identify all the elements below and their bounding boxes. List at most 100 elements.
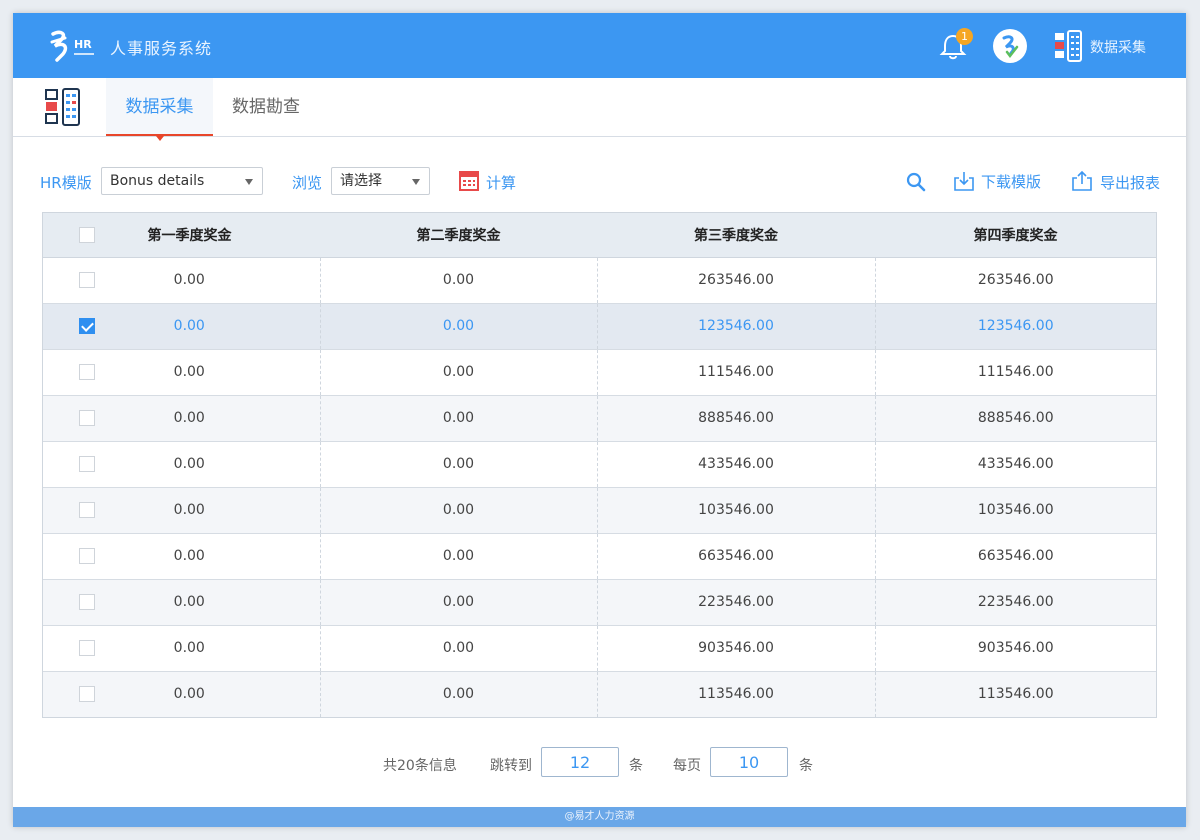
cell-q3: 888546.00 [596,395,875,442]
browse-select[interactable]: 请选择 [331,167,430,195]
calculate-button[interactable]: 计算 [486,172,516,193]
cell-value: 0.00 [173,502,205,518]
hr-logo-icon: HR [50,30,94,62]
cell-q2: 0.00 [319,441,597,488]
row-checkbox[interactable] [79,364,95,380]
table-row[interactable]: 0.00 0.00 263546.00 263546.00 [43,257,1156,304]
template-select-value: Bonus details [110,173,205,189]
row-checkbox[interactable] [79,594,95,610]
row-checkbox[interactable] [79,686,95,703]
table-row[interactable]: 0.00 0.00 903546.00 903546.00 [43,625,1156,672]
cell-q4: 263546.00 [874,257,1156,304]
cell-value: 0.00 [173,640,205,656]
app-title: 人事服务系统 [110,39,213,58]
cell-q3: 123546.00 [596,303,875,350]
header-q2: 第二季度奖金 [320,213,597,258]
jump-unit: 条 [629,758,643,774]
table-header-row: 第一季度奖金 第二季度奖金 第三季度奖金 第四季度奖金 [43,213,1156,258]
cell-q3: 111546.00 [596,349,875,396]
cell-q2: 0.00 [319,533,597,580]
cell-q2: 0.00 [319,395,597,442]
cell-q1: 0.00 [43,395,320,442]
cell-q4: 123546.00 [874,303,1156,350]
cell-q1: 0.00 [43,579,320,626]
cell-value: 0.00 [173,548,205,564]
cell-q1: 0.00 [43,487,320,534]
cell-value: 0.00 [173,364,205,380]
cell-value: 0.00 [173,318,205,334]
per-page-input[interactable] [710,747,788,777]
cell-q2: 0.00 [319,349,597,396]
cell-q2: 0.00 [319,257,597,304]
select-all-checkbox[interactable] [79,226,95,243]
row-checkbox[interactable] [79,410,95,426]
download-template-button[interactable]: 下载模版 [981,171,1041,192]
header-q4: 第四季度奖金 [875,213,1156,258]
cell-value: 0.00 [173,456,205,472]
cell-value: 0.00 [173,410,205,426]
top-header: HR 人事服务系统 1 数据采集 [13,13,1186,78]
row-checkbox[interactable] [79,502,95,518]
cell-q2: 0.00 [319,579,597,626]
cell-q4: 888546.00 [874,395,1156,442]
cell-q1: 0.00 [43,625,320,672]
notification-badge: 1 [956,28,973,45]
cell-value: 0.00 [173,594,205,610]
table-row[interactable]: 0.00 0.00 111546.00 111546.00 [43,349,1156,396]
jump-page-input[interactable] [541,747,619,777]
table-body: 0.00 0.00 263546.00 263546.00 0.00 0.00 123546… [43,257,1156,717]
header-q3: 第三季度奖金 [597,213,875,258]
module-label[interactable]: 数据采集 [1090,37,1146,57]
module-icon [45,88,80,126]
table-row[interactable]: 0.00 0.00 113546.00 113546.00 [43,671,1156,717]
row-checkbox[interactable] [79,548,95,564]
cell-q4: 103546.00 [874,487,1156,534]
cell-q2: 0.00 [319,671,597,717]
cell-value: 0.00 [173,272,205,288]
download-icon[interactable] [953,170,975,192]
header-q1: 第一季度奖金 [43,213,320,258]
cell-q3: 903546.00 [596,625,875,672]
export-icon[interactable] [1071,170,1093,192]
total-count: 共20条信息 [383,758,457,774]
calculator-icon[interactable] [459,171,479,191]
cell-q4: 223546.00 [874,579,1156,626]
table-row[interactable]: 0.00 0.00 223546.00 223546.00 [43,579,1156,626]
tab-data-collection[interactable]: 数据采集 [106,78,213,141]
tab-data-survey[interactable]: 数据勘查 [214,78,318,136]
row-checkbox[interactable] [79,456,95,472]
table-row[interactable]: 0.00 0.00 103546.00 103546.00 [43,487,1156,534]
cell-q1: 0.00 [43,671,320,717]
cell-q1: 0.00 [43,441,320,488]
footer: @易才人力资源 [13,807,1186,827]
table-row[interactable]: 0.00 0.00 888546.00 888546.00 [43,395,1156,442]
cell-q1: 0.00 [43,303,320,350]
user-avatar[interactable] [993,29,1027,63]
cell-q1: 0.00 [43,349,320,396]
per-page-label: 每页 [673,758,701,774]
tab-bar: 数据采集 数据勘查 [13,78,1186,141]
cell-q4: 903546.00 [874,625,1156,672]
export-report-button[interactable]: 导出报表 [1100,172,1160,193]
cell-q3: 223546.00 [596,579,875,626]
data-collection-icon[interactable] [1053,30,1083,62]
row-checkbox[interactable] [79,640,95,656]
cell-q2: 0.00 [319,303,597,350]
browse-label: 浏览 [292,174,323,192]
search-icon[interactable] [906,172,926,192]
table-row[interactable]: 0.00 0.00 433546.00 433546.00 [43,441,1156,488]
template-label: HR模版 [40,174,92,192]
row-checkbox[interactable] [79,318,95,334]
cell-q4: 433546.00 [874,441,1156,488]
template-select[interactable]: Bonus details [101,167,263,195]
cell-q3: 663546.00 [596,533,875,580]
header-q1-label: 第一季度奖金 [147,227,232,244]
cell-q4: 113546.00 [874,671,1156,717]
row-checkbox[interactable] [79,272,95,288]
app-window: HR 人事服务系统 1 数据采集 数据采集 数据勘查 HR模版 Bonus de… [13,13,1186,827]
cell-q1: 0.00 [43,533,320,580]
table-row[interactable]: 0.00 0.00 663546.00 663546.00 [43,533,1156,580]
bonus-table: 第一季度奖金 第二季度奖金 第三季度奖金 第四季度奖金 0.00 0.00 2635… [42,212,1157,718]
table-row[interactable]: 0.00 0.00 123546.00 123546.00 [43,303,1156,350]
jump-label: 跳转到 [490,758,532,774]
